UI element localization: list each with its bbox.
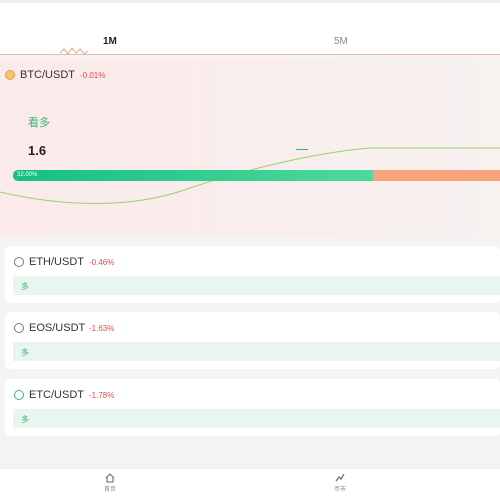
- timeframe-tabs: 1M 5M: [0, 3, 500, 55]
- ethereum-icon: [14, 257, 24, 267]
- long-ratio-fill: [13, 170, 373, 181]
- eos-icon: [14, 323, 24, 333]
- bitcoin-icon: [5, 70, 15, 80]
- btc-pair: BTC/USDT: [20, 69, 75, 81]
- nav-market-label: 币市: [333, 487, 346, 493]
- long-ratio-label: 32.00%: [17, 172, 38, 178]
- eth-ratio-bar: 多: [13, 276, 500, 295]
- eos-ratio-label: 多: [21, 348, 29, 357]
- eos-pair: EOS/USDT: [29, 322, 86, 334]
- tab-1m[interactable]: 1M: [103, 36, 117, 47]
- etc-pair: ETC/USDT: [29, 389, 84, 401]
- eos-change: -1.63%: [89, 324, 115, 333]
- nav-home-label: 首页: [103, 487, 116, 493]
- eth-ratio-label: 多: [21, 282, 29, 291]
- eth-change: -0.46%: [89, 258, 115, 267]
- nav-home[interactable]: 首页: [90, 473, 130, 493]
- tab-5m[interactable]: 5M: [334, 36, 348, 47]
- etc-change: -1.78%: [89, 391, 115, 400]
- nav-market[interactable]: 币市: [320, 473, 360, 493]
- ethereum-classic-icon: [14, 390, 24, 400]
- eth-pair: ETH/USDT: [29, 256, 84, 268]
- etc-ratio-bar: 多: [13, 409, 500, 428]
- tab-underline: [0, 54, 500, 55]
- long-short-ratio-bar: 32.00%: [13, 170, 500, 181]
- short-ratio-fill: [373, 170, 500, 181]
- eos-ratio-bar: 多: [13, 342, 500, 361]
- btc-bullish-label: 看多: [28, 117, 50, 129]
- btc-change: -0.01%: [80, 71, 106, 80]
- home-icon: [105, 473, 115, 483]
- chart-icon: [335, 473, 345, 482]
- bottom-nav: 首页 币市: [0, 468, 500, 501]
- etc-ratio-label: 多: [21, 415, 29, 424]
